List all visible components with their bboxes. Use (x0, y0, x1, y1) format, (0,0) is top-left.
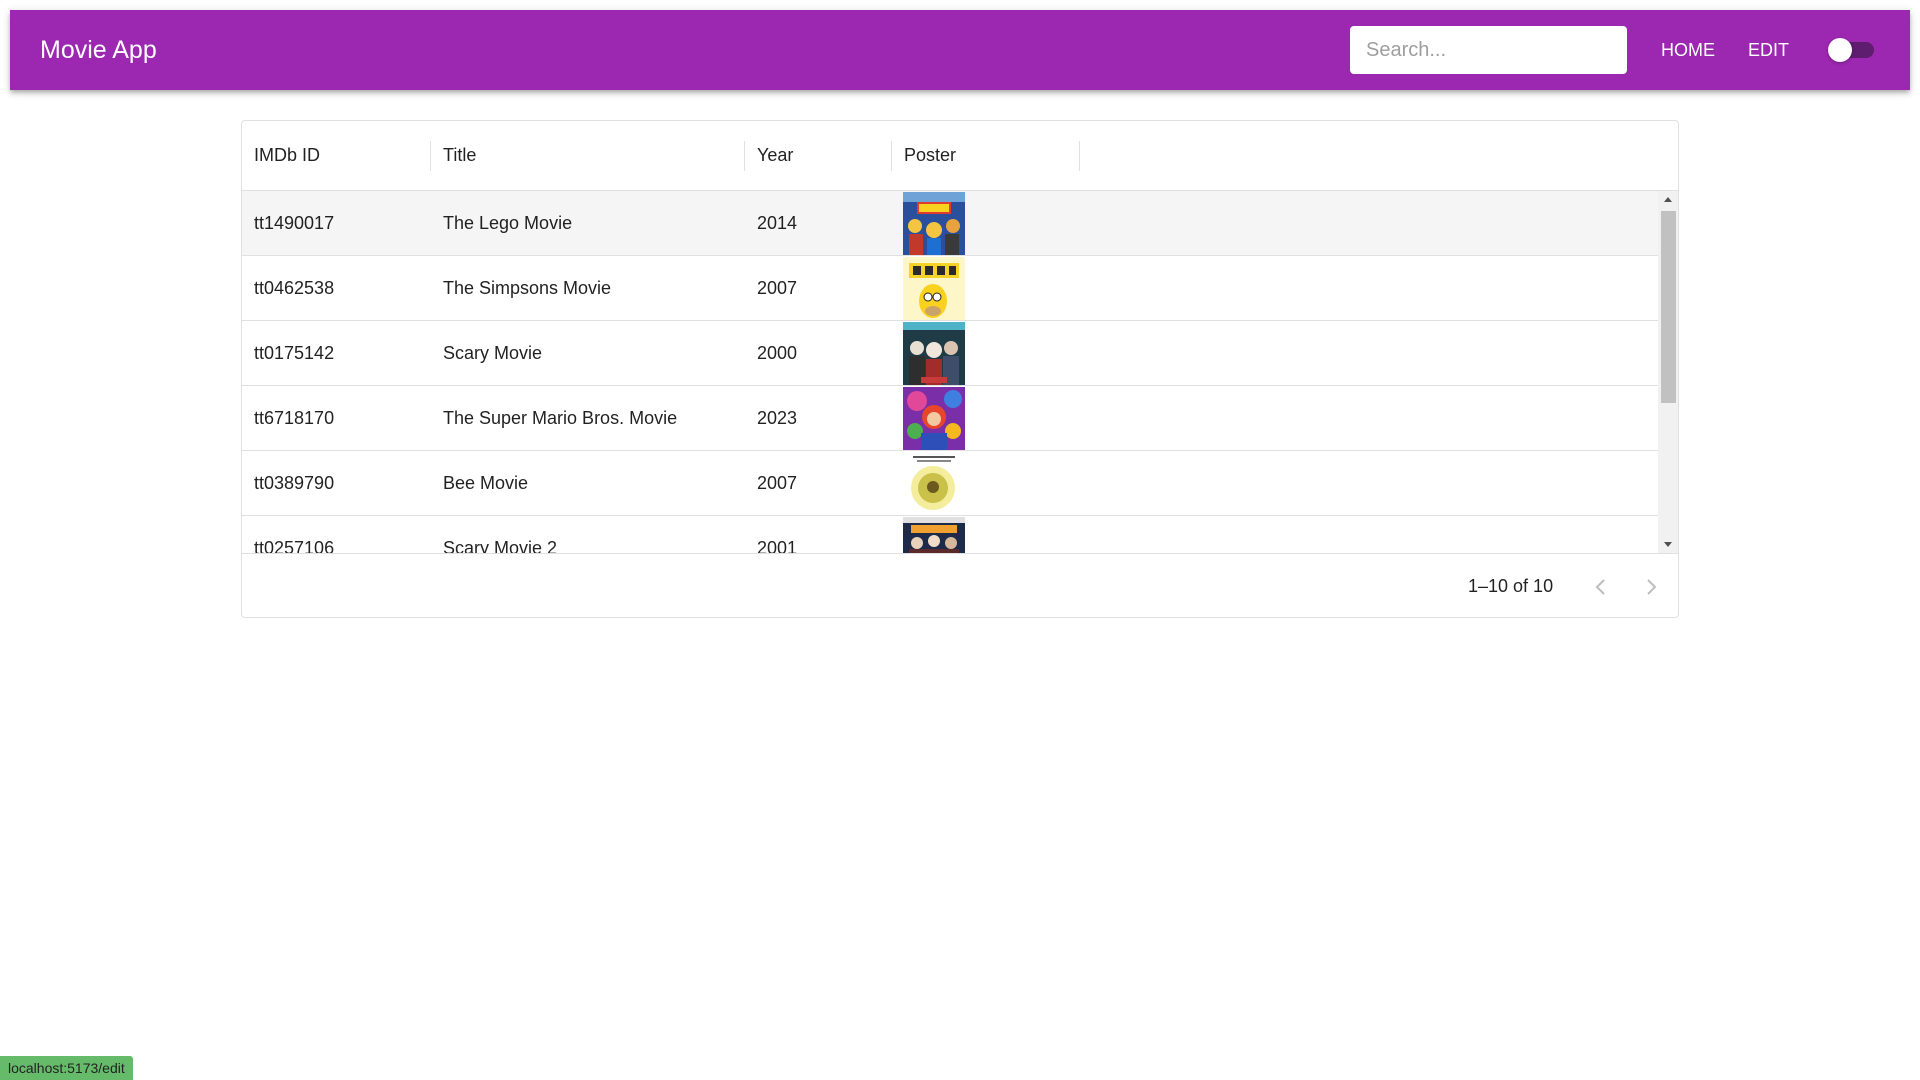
next-page-button[interactable] (1635, 571, 1667, 603)
scrollbar-thumb[interactable] (1661, 211, 1676, 403)
vertical-scrollbar[interactable] (1658, 191, 1678, 553)
cell-imdb-id[interactable]: tt0175142 (242, 321, 430, 385)
column-header-title[interactable]: Title (431, 121, 744, 190)
table-row[interactable]: tt0389790 Bee Movie 2007 (242, 451, 1658, 516)
app-bar: Movie App HOME EDIT (10, 10, 1910, 90)
table-row[interactable]: tt0257106 Scary Movie 2 2001 (242, 516, 1658, 553)
cell-title[interactable]: Bee Movie (431, 451, 744, 515)
cell-year[interactable]: 2000 (745, 321, 891, 385)
cell-year[interactable]: 2023 (745, 386, 891, 450)
grid-body[interactable]: tt1490017 The Lego Movie 2014 tt0462538 … (242, 191, 1658, 553)
previous-page-button[interactable] (1585, 571, 1617, 603)
table-row[interactable]: tt1490017 The Lego Movie 2014 (242, 191, 1658, 256)
column-header-poster[interactable]: Poster (892, 121, 1079, 190)
cell-year[interactable]: 2001 (745, 516, 891, 553)
scary-movie-2-poster[interactable] (903, 517, 965, 553)
column-header-year[interactable]: Year (745, 121, 891, 190)
cell-year[interactable]: 2007 (745, 256, 891, 320)
table-row[interactable]: tt6718170 The Super Mario Bros. Movie 20… (242, 386, 1658, 451)
cell-title[interactable]: Scary Movie 2 (431, 516, 744, 553)
cell-imdb-id[interactable]: tt0462538 (242, 256, 430, 320)
nav-edit-button[interactable]: EDIT (1748, 34, 1789, 66)
lego-movie-poster[interactable] (903, 192, 965, 255)
cell-title[interactable]: The Simpsons Movie (431, 256, 744, 320)
scary-movie-poster[interactable] (903, 322, 965, 385)
cell-imdb-id[interactable]: tt0389790 (242, 451, 430, 515)
pagination-label: 1–10 of 10 (1468, 576, 1554, 596)
mario-movie-poster[interactable] (903, 387, 965, 450)
movies-data-grid: IMDb ID Title Year Poster tt1490017 The … (241, 120, 1679, 618)
cell-title[interactable]: The Super Mario Bros. Movie (431, 386, 744, 450)
app-title: Movie App (40, 36, 157, 64)
table-row[interactable]: tt0175142 Scary Movie 2000 (242, 321, 1658, 386)
simpsons-movie-poster[interactable] (903, 257, 965, 320)
grid-header: IMDb ID Title Year Poster (242, 121, 1678, 191)
bee-movie-poster[interactable] (903, 452, 965, 515)
cell-imdb-id[interactable]: tt1490017 (242, 191, 430, 255)
table-row[interactable]: tt0462538 The Simpsons Movie 2007 (242, 256, 1658, 321)
theme-toggle-switch[interactable] (1828, 38, 1880, 62)
scroll-down-arrow-icon[interactable] (1664, 542, 1672, 547)
column-separator[interactable] (1079, 141, 1080, 171)
grid-footer: 1–10 of 10 (242, 553, 1678, 617)
column-header-imdb-id[interactable]: IMDb ID (242, 121, 430, 190)
cell-year[interactable]: 2007 (745, 451, 891, 515)
cell-imdb-id[interactable]: tt6718170 (242, 386, 430, 450)
cell-title[interactable]: The Lego Movie (431, 191, 744, 255)
cell-title[interactable]: Scary Movie (431, 321, 744, 385)
switch-thumb[interactable] (1828, 38, 1852, 62)
cell-imdb-id[interactable]: tt0257106 (242, 516, 430, 553)
scroll-up-arrow-icon[interactable] (1664, 197, 1672, 202)
search-input[interactable] (1350, 26, 1627, 74)
nav-home-button[interactable]: HOME (1661, 34, 1715, 66)
cell-year[interactable]: 2014 (745, 191, 891, 255)
browser-status-url: localhost:5173/edit (0, 1056, 133, 1080)
